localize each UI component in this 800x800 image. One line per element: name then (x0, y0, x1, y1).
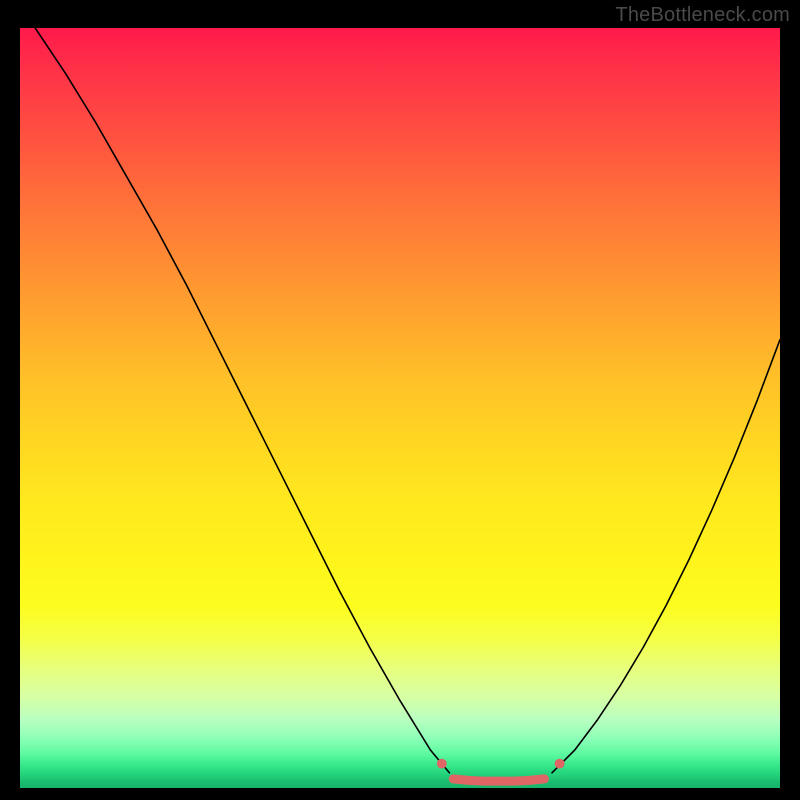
watermark-text: TheBottleneck.com (615, 4, 790, 27)
series-dot-right (555, 759, 565, 769)
series-curve-right (552, 340, 780, 773)
plot-background (20, 28, 780, 788)
series-dot-left (437, 759, 447, 769)
series-flat-bottom (453, 779, 544, 781)
chart-frame: TheBottleneck.com (0, 0, 800, 800)
series-curve-left (35, 28, 449, 773)
plot-svg (20, 28, 780, 788)
